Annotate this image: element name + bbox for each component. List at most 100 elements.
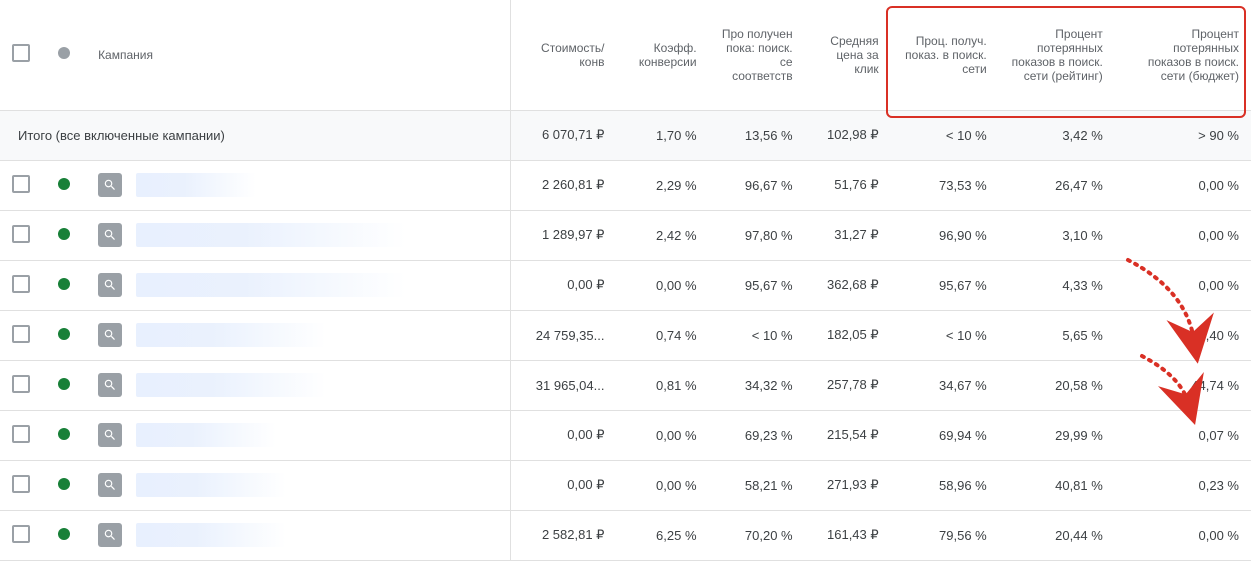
cell-conv-rate: 0,00 %: [616, 410, 708, 460]
search-icon[interactable]: [98, 273, 122, 297]
header-campaign[interactable]: Кампания: [86, 0, 510, 110]
header-cost-conv[interactable]: Стоимость/конв: [510, 0, 616, 110]
cell-lost-rank: 40,81 %: [999, 460, 1115, 510]
table-row[interactable]: 0,00 ₽ 0,00 % 58,21 % 271,93 ₽ 58,96 % 4…: [0, 460, 1251, 510]
search-icon[interactable]: [98, 523, 122, 547]
status-dot-enabled[interactable]: [58, 378, 70, 390]
cell-avg-cpc: 182,05 ₽: [805, 310, 891, 360]
row-checkbox-cell: [0, 510, 46, 560]
campaigns-table: Кампания Стоимость/конв Коэфф. конверсии…: [0, 0, 1251, 561]
table-row[interactable]: 24 759,35... 0,74 % < 10 % 182,05 ₽ < 10…: [0, 310, 1251, 360]
campaign-name-blurred[interactable]: [136, 273, 406, 297]
row-checkbox-cell: [0, 260, 46, 310]
campaign-cell: [86, 510, 510, 560]
totals-cost-conv: 6 070,71 ₽: [510, 110, 616, 160]
status-dot-enabled[interactable]: [58, 528, 70, 540]
campaign-name-blurred[interactable]: [136, 423, 276, 447]
search-icon[interactable]: [98, 173, 122, 197]
table-row[interactable]: 0,00 ₽ 0,00 % 95,67 % 362,68 ₽ 95,67 % 4…: [0, 260, 1251, 310]
row-status-cell: [46, 260, 86, 310]
cell-cost-conv: 1 289,97 ₽: [510, 210, 616, 260]
row-checkbox[interactable]: [12, 475, 30, 493]
cell-search-is: 96,90 %: [891, 210, 999, 260]
cell-impr-share: < 10 %: [709, 310, 805, 360]
campaign-cell: [86, 410, 510, 460]
table-row[interactable]: 1 289,97 ₽ 2,42 % 97,80 % 31,27 ₽ 96,90 …: [0, 210, 1251, 260]
cell-lost-rank: 3,10 %: [999, 210, 1115, 260]
totals-row: Итого (все включенные кампании) 6 070,71…: [0, 110, 1251, 160]
table-row[interactable]: 2 260,81 ₽ 2,29 % 96,67 % 51,76 ₽ 73,53 …: [0, 160, 1251, 210]
cell-conv-rate: 0,74 %: [616, 310, 708, 360]
table-row[interactable]: 0,00 ₽ 0,00 % 69,23 % 215,54 ₽ 69,94 % 2…: [0, 410, 1251, 460]
header-avg-cpc[interactable]: Средняя цена за клик: [805, 0, 891, 110]
cell-cost-conv: 2 582,81 ₽: [510, 510, 616, 560]
campaign-name-blurred[interactable]: [136, 473, 286, 497]
select-all-checkbox[interactable]: [12, 44, 30, 62]
cell-conv-rate: 0,00 %: [616, 460, 708, 510]
cell-lost-budget: 0,00 %: [1115, 210, 1251, 260]
cell-search-is: 58,96 %: [891, 460, 999, 510]
cell-cost-conv: 0,00 ₽: [510, 260, 616, 310]
row-checkbox[interactable]: [12, 275, 30, 293]
cell-lost-budget: 0,23 %: [1115, 460, 1251, 510]
campaign-name-blurred[interactable]: [136, 223, 406, 247]
table-header-row: Кампания Стоимость/конв Коэфф. конверсии…: [0, 0, 1251, 110]
row-status-cell: [46, 510, 86, 560]
cell-impr-share: 70,20 %: [709, 510, 805, 560]
status-dot-enabled[interactable]: [58, 178, 70, 190]
cell-impr-share: 58,21 %: [709, 460, 805, 510]
table-row[interactable]: 2 582,81 ₽ 6,25 % 70,20 % 161,43 ₽ 79,56…: [0, 510, 1251, 560]
cell-lost-rank: 20,58 %: [999, 360, 1115, 410]
cell-avg-cpc: 161,43 ₽: [805, 510, 891, 560]
cell-avg-cpc: 51,76 ₽: [805, 160, 891, 210]
row-status-cell: [46, 160, 86, 210]
search-icon[interactable]: [98, 373, 122, 397]
search-icon[interactable]: [98, 323, 122, 347]
status-dot-enabled[interactable]: [58, 278, 70, 290]
status-dot-enabled[interactable]: [58, 328, 70, 340]
table-row[interactable]: 31 965,04... 0,81 % 34,32 % 257,78 ₽ 34,…: [0, 360, 1251, 410]
cell-impr-share: 95,67 %: [709, 260, 805, 310]
header-search-is[interactable]: Проц. получ. показ. в поиск. сети: [891, 0, 999, 110]
totals-search-is: < 10 %: [891, 110, 999, 160]
cell-lost-rank: 29,99 %: [999, 410, 1115, 460]
status-filter-dot[interactable]: [58, 47, 70, 59]
campaign-cell: [86, 210, 510, 260]
row-checkbox[interactable]: [12, 525, 30, 543]
cell-impr-share: 34,32 %: [709, 360, 805, 410]
row-checkbox-cell: [0, 410, 46, 460]
row-checkbox[interactable]: [12, 175, 30, 193]
row-checkbox[interactable]: [12, 325, 30, 343]
row-checkbox-cell: [0, 160, 46, 210]
cell-search-is: < 10 %: [891, 310, 999, 360]
header-impr-share[interactable]: Про получен пока: поиск. се соответств: [709, 0, 805, 110]
status-dot-enabled[interactable]: [58, 478, 70, 490]
campaign-cell: [86, 310, 510, 360]
search-icon[interactable]: [98, 223, 122, 247]
row-status-cell: [46, 310, 86, 360]
cell-conv-rate: 6,25 %: [616, 510, 708, 560]
header-conv-rate[interactable]: Коэфф. конверсии: [616, 0, 708, 110]
search-icon[interactable]: [98, 473, 122, 497]
row-checkbox[interactable]: [12, 225, 30, 243]
campaign-name-blurred[interactable]: [136, 173, 256, 197]
search-icon[interactable]: [98, 423, 122, 447]
cell-cost-conv: 31 965,04...: [510, 360, 616, 410]
cell-conv-rate: 0,81 %: [616, 360, 708, 410]
header-status-cell: [46, 0, 86, 110]
cell-conv-rate: 2,42 %: [616, 210, 708, 260]
totals-conv-rate: 1,70 %: [616, 110, 708, 160]
campaign-name-blurred[interactable]: [136, 323, 326, 347]
campaign-cell: [86, 360, 510, 410]
campaign-cell: [86, 460, 510, 510]
cell-lost-rank: 20,44 %: [999, 510, 1115, 560]
status-dot-enabled[interactable]: [58, 428, 70, 440]
status-dot-enabled[interactable]: [58, 228, 70, 240]
campaign-name-blurred[interactable]: [136, 373, 326, 397]
row-checkbox[interactable]: [12, 375, 30, 393]
row-checkbox[interactable]: [12, 425, 30, 443]
campaign-name-blurred[interactable]: [136, 523, 286, 547]
header-lost-budget[interactable]: Процент потерянных показов в поиск. сети…: [1115, 0, 1251, 110]
header-lost-rank[interactable]: Процент потерянных показов в поиск. сети…: [999, 0, 1115, 110]
cell-impr-share: 96,67 %: [709, 160, 805, 210]
